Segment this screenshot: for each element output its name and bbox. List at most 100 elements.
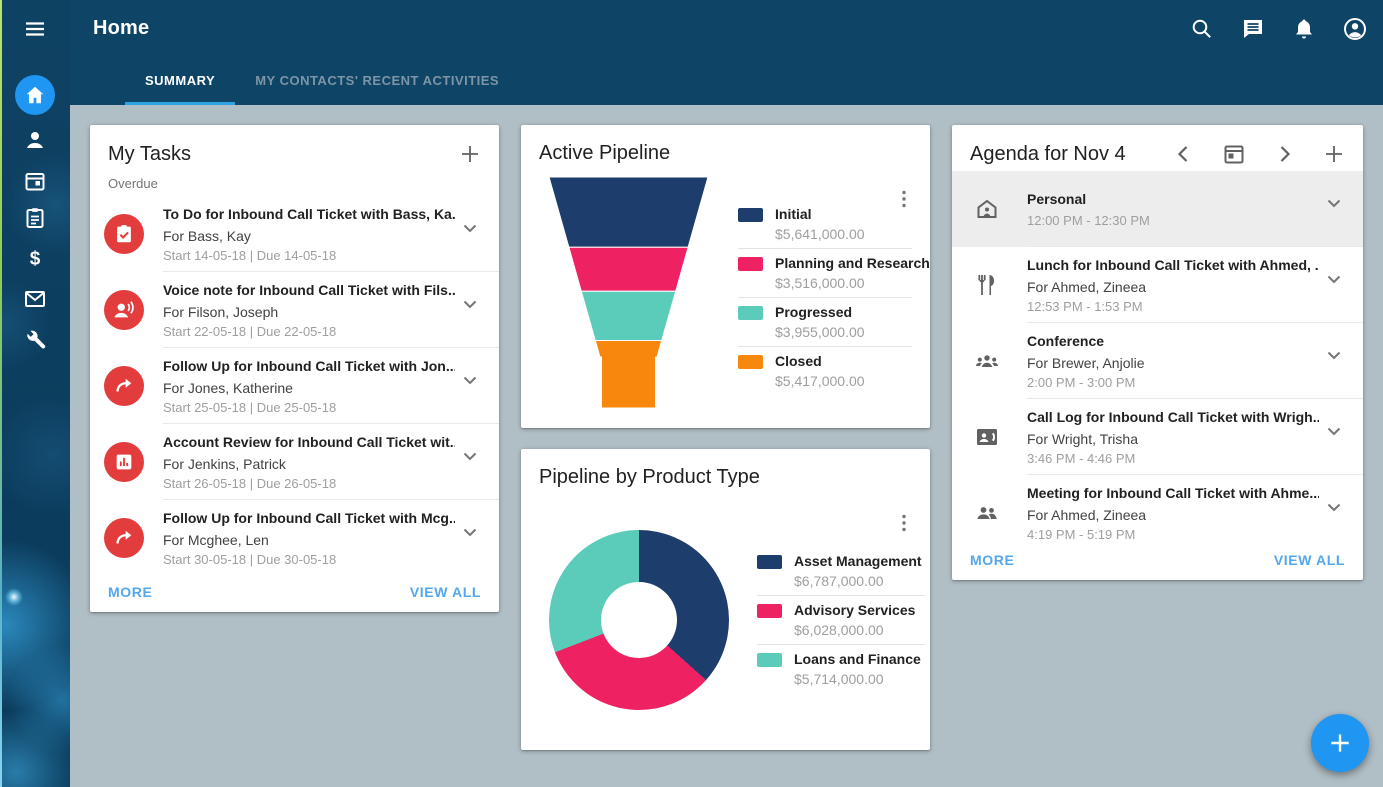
task-dates: Start 22-05-18 | Due 22-05-18 bbox=[163, 324, 455, 339]
chat-icon[interactable] bbox=[1241, 17, 1265, 41]
event-title: Meeting for Inbound Call Ticket with Ahm… bbox=[1027, 485, 1319, 501]
agenda-row[interactable]: Lunch for Inbound Call Ticket with Ahmed… bbox=[952, 247, 1363, 323]
legend-value: $5,417,000.00 bbox=[775, 373, 865, 389]
legend-value: $6,028,000.00 bbox=[794, 622, 915, 638]
chevron-down-icon[interactable] bbox=[458, 520, 482, 544]
chevron-left-icon[interactable] bbox=[1172, 142, 1196, 166]
task-title: Voice note for Inbound Call Ticket with … bbox=[163, 282, 455, 298]
agenda-row[interactable]: Call Log for Inbound Call Ticket with Wr… bbox=[952, 399, 1363, 475]
legend-swatch bbox=[738, 208, 763, 222]
legend-item: Loans and Finance $5,714,000.00 bbox=[757, 645, 925, 694]
legend-value: $3,955,000.00 bbox=[775, 324, 865, 340]
task-title: Follow Up for Inbound Call Ticket with M… bbox=[163, 510, 455, 526]
svg-text:$: $ bbox=[30, 249, 41, 270]
more-link[interactable]: MORE bbox=[108, 584, 152, 600]
task-for: For Bass, Kay bbox=[163, 228, 455, 244]
notifications-icon[interactable] bbox=[1292, 17, 1316, 41]
legend-value: $6,787,000.00 bbox=[794, 573, 922, 589]
legend-item: Closed $5,417,000.00 bbox=[738, 347, 912, 396]
calendar-icon[interactable] bbox=[23, 169, 47, 193]
view-all-link[interactable]: VIEW ALL bbox=[1274, 552, 1345, 568]
pipeline-product-title: Pipeline by Product Type bbox=[539, 466, 760, 489]
add-event-icon[interactable] bbox=[1322, 142, 1346, 166]
task-row[interactable]: Account Review for Inbound Call Ticket w… bbox=[90, 424, 499, 500]
event-title: Call Log for Inbound Call Ticket with Wr… bbox=[1027, 409, 1319, 425]
active-pipeline-card: Active Pipeline Initial $5,641,000.00 Pl… bbox=[521, 125, 930, 428]
add-task-icon[interactable] bbox=[458, 142, 482, 166]
task-title: Follow Up for Inbound Call Ticket with J… bbox=[163, 358, 455, 374]
tools-icon[interactable] bbox=[23, 327, 47, 351]
active-pipeline-title: Active Pipeline bbox=[539, 142, 670, 165]
search-icon[interactable] bbox=[1190, 17, 1214, 41]
task-dates: Start 14-05-18 | Due 14-05-18 bbox=[163, 248, 455, 263]
task-dates: Start 25-05-18 | Due 25-05-18 bbox=[163, 400, 455, 415]
view-all-link[interactable]: VIEW ALL bbox=[410, 584, 481, 600]
chevron-down-icon[interactable] bbox=[1322, 343, 1346, 367]
my-tasks-title: My Tasks bbox=[108, 143, 191, 166]
legend-label: Loans and Finance bbox=[794, 651, 921, 667]
event-for: For Wright, Trisha bbox=[1027, 431, 1319, 447]
chevron-down-icon[interactable] bbox=[1322, 191, 1346, 215]
legend-item: Initial $5,641,000.00 bbox=[738, 200, 912, 249]
card-menu-icon[interactable] bbox=[892, 511, 916, 535]
my-tasks-card: My Tasks Overdue To Do for Inbound Call … bbox=[90, 125, 499, 612]
chevron-down-icon[interactable] bbox=[458, 216, 482, 240]
chevron-down-icon[interactable] bbox=[458, 368, 482, 392]
event-time: 2:00 PM - 3:00 PM bbox=[1027, 375, 1145, 390]
legend-value: $3,516,000.00 bbox=[775, 275, 930, 291]
legend-item: Progressed $3,955,000.00 bbox=[738, 298, 912, 347]
personal-home-icon bbox=[975, 197, 999, 221]
tab-recent-activities[interactable]: MY CONTACTS' RECENT ACTIVITIES bbox=[235, 58, 519, 105]
contacts-icon[interactable] bbox=[23, 128, 47, 152]
more-link[interactable]: MORE bbox=[970, 552, 1014, 568]
legend-item: Asset Management $6,787,000.00 bbox=[757, 547, 925, 596]
tab-summary[interactable]: SUMMARY bbox=[125, 58, 235, 105]
page-title: Home bbox=[93, 17, 149, 40]
legend-label: Initial bbox=[775, 206, 865, 222]
chevron-down-icon[interactable] bbox=[1322, 267, 1346, 291]
task-for: For Jones, Katherine bbox=[163, 380, 455, 396]
event-time: 12:00 PM - 12:30 PM bbox=[1027, 213, 1150, 228]
legend-label: Asset Management bbox=[794, 553, 922, 569]
meeting-icon bbox=[975, 501, 999, 525]
add-fab-button[interactable] bbox=[1311, 714, 1369, 772]
mail-icon[interactable] bbox=[23, 287, 47, 311]
chevron-down-icon[interactable] bbox=[1322, 495, 1346, 519]
event-for: For Ahmed, Zineea bbox=[1027, 507, 1319, 523]
funnel-chart bbox=[549, 177, 708, 408]
chevron-down-icon[interactable] bbox=[1322, 419, 1346, 443]
agenda-row[interactable]: Conference For Brewer, Anjolie 2:00 PM -… bbox=[952, 323, 1363, 399]
agenda-row[interactable]: Personal 12:00 PM - 12:30 PM bbox=[952, 171, 1363, 247]
chevron-down-icon[interactable] bbox=[458, 444, 482, 468]
sidebar-item-home[interactable] bbox=[15, 75, 55, 115]
account-icon[interactable] bbox=[1343, 17, 1367, 41]
overdue-label: Overdue bbox=[108, 176, 481, 191]
legend-label: Progressed bbox=[775, 304, 865, 320]
chevron-right-icon[interactable] bbox=[1272, 142, 1296, 166]
chevron-down-icon[interactable] bbox=[458, 292, 482, 316]
agenda-title: Agenda for Nov 4 bbox=[970, 143, 1126, 166]
home-icon bbox=[24, 84, 46, 106]
task-title: Account Review for Inbound Call Ticket w… bbox=[163, 434, 455, 450]
legend-swatch bbox=[738, 306, 763, 320]
task-row[interactable]: Follow Up for Inbound Call Ticket with J… bbox=[90, 348, 499, 424]
legend-value: $5,714,000.00 bbox=[794, 671, 921, 687]
menu-icon[interactable] bbox=[23, 17, 47, 41]
donut-legend: Asset Management $6,787,000.00 Advisory … bbox=[757, 547, 925, 694]
sidebar: $ bbox=[0, 0, 70, 787]
legend-label: Advisory Services bbox=[794, 602, 915, 618]
legend-swatch bbox=[738, 355, 763, 369]
task-row[interactable]: Voice note for Inbound Call Ticket with … bbox=[90, 272, 499, 348]
deals-icon[interactable]: $ bbox=[23, 246, 47, 270]
calendar-icon[interactable] bbox=[1222, 142, 1246, 166]
conference-icon bbox=[975, 349, 999, 373]
donut-chart bbox=[549, 530, 729, 710]
tasks-icon[interactable] bbox=[23, 206, 47, 230]
task-row[interactable]: To Do for Inbound Call Ticket with Bass,… bbox=[90, 196, 499, 272]
task-row[interactable]: Follow Up for Inbound Call Ticket with M… bbox=[90, 500, 499, 576]
legend-item: Planning and Research $3,516,000.00 bbox=[738, 249, 912, 298]
task-dates: Start 30-05-18 | Due 30-05-18 bbox=[163, 552, 455, 567]
event-time: 12:53 PM - 1:53 PM bbox=[1027, 299, 1319, 314]
task-title: To Do for Inbound Call Ticket with Bass,… bbox=[163, 206, 455, 222]
call-log-icon bbox=[975, 425, 999, 449]
